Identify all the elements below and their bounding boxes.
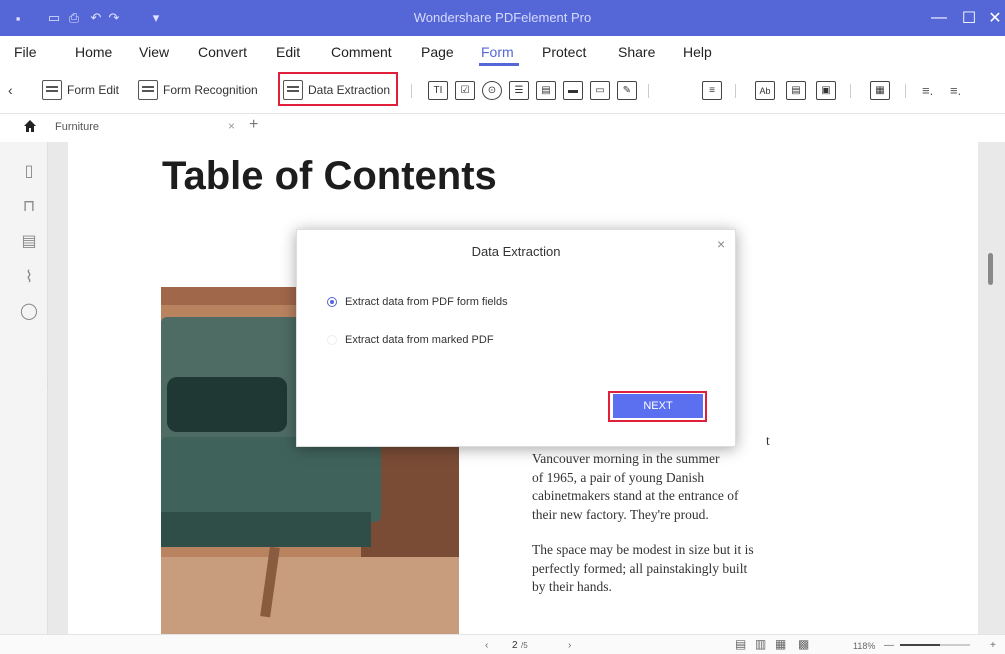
text-line: by their hands.	[532, 579, 612, 594]
left-sidebar: ▯ ⊓ ▤ ⌇ ◯	[0, 142, 48, 654]
body-text-fragment: t	[766, 433, 770, 448]
signature-field-icon[interactable]: ✎	[617, 81, 637, 100]
body-paragraph-1: Vancouver morning in the summer of 1965,…	[532, 450, 782, 524]
menu-file[interactable]: File	[14, 44, 37, 60]
menu-home[interactable]: Home	[75, 44, 112, 60]
image-field-icon[interactable]: ▭	[590, 81, 610, 100]
menu-convert[interactable]: Convert	[198, 44, 247, 60]
menu-page[interactable]: Page	[421, 44, 454, 60]
thumbnail-icon[interactable]: ▯	[20, 162, 38, 180]
menu-comment[interactable]: Comment	[331, 44, 392, 60]
toolbar-divider	[735, 84, 736, 98]
menu-protect[interactable]: Protect	[542, 44, 586, 60]
comment-icon[interactable]: ▤	[20, 232, 38, 250]
maximize-icon[interactable]: ☐	[956, 6, 982, 30]
bookmark-icon[interactable]: ⊓	[20, 197, 38, 215]
text-line: The space may be modest in size but it i…	[532, 542, 754, 557]
toolbar: ‹ Form Edit Form Recognition Data Extrac…	[0, 66, 1005, 114]
combo-box-icon[interactable]: ☰	[509, 81, 529, 100]
clear-form-icon[interactable]: ▦	[870, 81, 890, 100]
body-paragraph-2: The space may be modest in size but it i…	[532, 541, 782, 597]
page-total: /5	[521, 641, 528, 650]
text-line: Vancouver morning in the summer	[532, 451, 720, 466]
form-edit-icon	[42, 80, 62, 100]
continuous-view-icon[interactable]: ▥	[755, 637, 766, 651]
menu-bar: File Home View Convert Edit Comment Page…	[0, 36, 1005, 66]
zoom-slider-fill	[900, 644, 940, 646]
next-page-icon[interactable]: ›	[568, 640, 571, 651]
import-data-icon[interactable]: ▤	[786, 81, 806, 100]
dialog-close-icon[interactable]: ×	[717, 236, 725, 252]
tab-furniture[interactable]: Furniture	[55, 121, 99, 133]
search-icon[interactable]: ◯	[20, 302, 38, 320]
menu-form[interactable]: Form	[481, 44, 514, 60]
new-tab-icon[interactable]: +	[249, 116, 258, 134]
single-page-view-icon[interactable]: ▤	[735, 637, 746, 651]
form-edit-button[interactable]: Form Edit	[42, 78, 119, 102]
tab-close-icon[interactable]: ×	[228, 119, 235, 133]
text-line: their new factory. They're proud.	[532, 506, 709, 522]
form-recognition-icon	[138, 80, 158, 100]
menu-help[interactable]: Help	[683, 44, 712, 60]
option-extract-form-fields[interactable]: Extract data from PDF form fields	[327, 296, 508, 308]
option-label: Extract data from marked PDF	[345, 334, 494, 346]
menu-share[interactable]: Share	[618, 44, 655, 60]
page-heading: Table of Contents	[162, 154, 497, 198]
two-page-view-icon[interactable]: ▦	[775, 637, 786, 651]
option-extract-marked-pdf[interactable]: Extract data from marked PDF	[327, 334, 494, 346]
menu-edit[interactable]: Edit	[276, 44, 300, 60]
toolbar-collapse-icon[interactable]: ‹	[8, 78, 13, 102]
data-extraction-highlight	[278, 72, 398, 106]
checkbox-icon[interactable]: ☑	[455, 81, 475, 100]
recognize-table-icon[interactable]: Ab	[755, 81, 775, 100]
menu-view[interactable]: View	[139, 44, 169, 60]
radio-checked-icon[interactable]	[327, 297, 337, 307]
align-left-icon[interactable]: ≡.	[922, 78, 933, 102]
next-button-highlight	[608, 391, 707, 422]
toolbar-divider	[905, 84, 906, 98]
toolbar-divider	[850, 84, 851, 98]
status-bar: ‹ 2 /5 › ▤ ▥ ▦ ▩ 118% — +	[0, 634, 1005, 654]
zoom-in-icon[interactable]: +	[990, 640, 996, 651]
toolbar-divider	[411, 84, 412, 98]
align-fields-icon[interactable]: ≡	[702, 81, 722, 100]
text-line: cabinetmakers stand at the entrance of	[532, 488, 739, 503]
zoom-out-icon[interactable]: —	[884, 640, 894, 651]
tab-bar	[0, 114, 1005, 142]
text-line: of 1965, a pair of young Danish	[532, 469, 705, 485]
text-line: perfectly formed; all painstakingly buil…	[532, 560, 748, 576]
window-title: Wondershare PDFelement Pro	[413, 10, 592, 25]
minimize-icon[interactable]: —	[926, 6, 952, 30]
app-window: ▪ ▭ ⎙ ↶ ↷ ▾ Wondershare PDFelement Pro —…	[0, 0, 1005, 654]
option-label: Extract data from PDF form fields	[345, 296, 508, 308]
two-page-continuous-icon[interactable]: ▩	[798, 637, 809, 651]
title-bar: ▪ ▭ ⎙ ↶ ↷ ▾ Wondershare PDFelement Pro —…	[0, 0, 1005, 36]
zoom-level[interactable]: 118%	[853, 641, 875, 651]
form-edit-label: Form Edit	[67, 83, 120, 97]
text-field-icon[interactable]: TI	[428, 81, 448, 100]
prev-page-icon[interactable]: ‹	[485, 640, 488, 651]
export-data-icon[interactable]: ▣	[816, 81, 836, 100]
button-field-icon[interactable]: ▬	[563, 81, 583, 100]
align-center-icon[interactable]: ≡.	[950, 78, 961, 102]
toolbar-divider	[648, 84, 649, 98]
form-recognition-button[interactable]: Form Recognition	[138, 78, 258, 102]
radio-button-icon[interactable]: ⊙	[482, 81, 502, 100]
home-icon[interactable]	[23, 119, 37, 133]
radio-unchecked-icon[interactable]	[327, 335, 337, 345]
vertical-scrollbar[interactable]	[988, 253, 993, 285]
form-recognition-label: Form Recognition	[163, 83, 258, 97]
attachment-icon[interactable]: ⌇	[20, 268, 38, 286]
page-number[interactable]: 2	[512, 640, 518, 651]
list-box-icon[interactable]: ▤	[536, 81, 556, 100]
dialog-title: Data Extraction	[471, 244, 561, 259]
close-icon[interactable]: ✕	[982, 6, 1005, 30]
